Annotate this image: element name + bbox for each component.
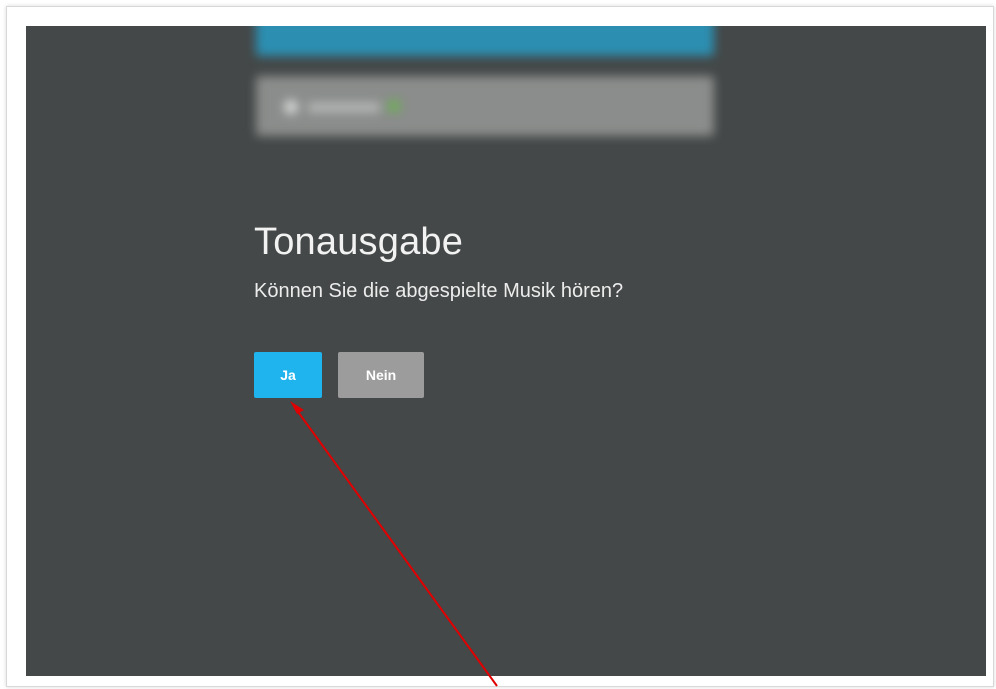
audio-output-dialog: Tonausgabe Können Sie die abgespielte Mu…	[254, 216, 854, 398]
dialog-question: Können Sie die abgespielte Musik hören?	[254, 280, 624, 302]
blurred-secondary-panel	[256, 76, 714, 136]
no-button[interactable]: Nein	[338, 352, 424, 398]
blurred-primary-button	[256, 26, 714, 56]
dialog-buttons: Ja Nein	[254, 352, 424, 398]
yes-button[interactable]: Ja	[254, 352, 322, 398]
blurred-background-content	[26, 26, 986, 176]
blurred-status-text	[308, 103, 380, 112]
app-screen: Tonausgabe Können Sie die abgespielte Mu…	[26, 26, 986, 676]
dialog-title: Tonausgabe	[254, 221, 464, 263]
blurred-check-icon	[388, 100, 400, 112]
blurred-status-icon	[284, 100, 298, 114]
